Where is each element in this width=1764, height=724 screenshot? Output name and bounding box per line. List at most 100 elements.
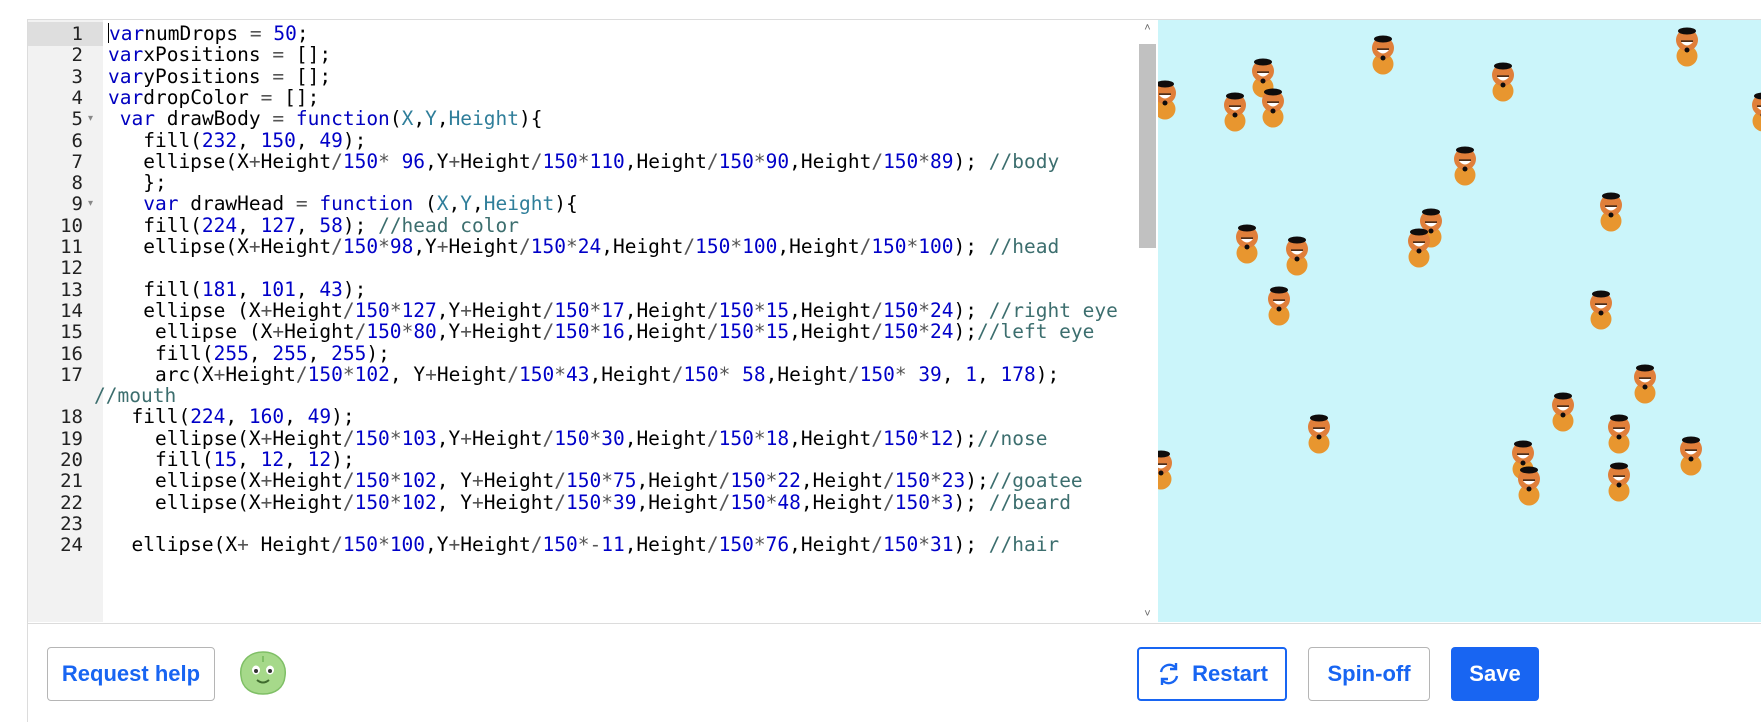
- code-token: +: [460, 320, 473, 344]
- code-token: 150: [554, 298, 590, 322]
- output-canvas[interactable]: [1158, 20, 1761, 622]
- code-line[interactable]: ellipse(X+Height/150*102, Y+Height/150*3…: [108, 491, 1071, 515]
- code-token: /: [342, 490, 355, 514]
- drop-figure: [1158, 450, 1172, 490]
- drop-figure: [1408, 228, 1430, 268]
- code-token: 15: [765, 298, 790, 322]
- code-token: );: [342, 213, 379, 237]
- code-token: 150: [718, 533, 754, 557]
- code-token: ,: [225, 405, 249, 429]
- code-token: ,Height: [624, 533, 707, 557]
- code-token: 75: [612, 469, 637, 493]
- code-token: 150: [565, 490, 602, 514]
- code-token: ,: [237, 213, 261, 237]
- code-token: +: [260, 298, 273, 322]
- code-token: X: [401, 107, 414, 131]
- fold-toggle-icon[interactable]: ▾: [88, 107, 93, 131]
- code-editor[interactable]: 1 2 3 4 5 ▾ 6 7 8 9 ▾ 10 11 12 13 14 15 16 17 18 19 20 21 22 23 2…: [28, 20, 1158, 622]
- code-token: , Y: [389, 362, 426, 386]
- code-token: 39: [612, 490, 637, 514]
- code-token: function: [284, 107, 390, 131]
- line-number: 24: [60, 534, 83, 557]
- code-token: numDrops: [144, 22, 250, 45]
- code-token: );: [953, 235, 989, 258]
- code-token: /: [507, 362, 520, 386]
- code-token: 39: [906, 362, 942, 386]
- code-token: 150: [342, 533, 379, 557]
- code-token: X: [436, 192, 449, 216]
- code-token: *: [389, 469, 402, 493]
- code-token: ,Height: [765, 362, 848, 386]
- scroll-up-arrow-icon[interactable]: ˄: [1137, 22, 1158, 34]
- scroll-down-arrow-icon[interactable]: ˅: [1137, 608, 1158, 620]
- code-token: +: [460, 426, 473, 450]
- code-token: 31: [930, 533, 954, 557]
- code-token: 150: [718, 298, 754, 322]
- code-token: //body: [988, 149, 1060, 173]
- code-line[interactable]: arc(X+Height/150*102, Y+Height/150*43,He…: [108, 363, 1059, 387]
- editor-scrollbar[interactable]: ˄ ˅: [1137, 20, 1158, 622]
- code-token: *: [589, 320, 602, 344]
- code-token: /: [706, 426, 719, 450]
- code-token: );: [953, 426, 977, 450]
- code-token: 49: [319, 128, 343, 152]
- code-token: 150: [342, 149, 379, 173]
- code-token: 110: [589, 149, 625, 173]
- code-token: 150: [695, 235, 731, 258]
- code-token: ,Height: [624, 426, 707, 450]
- drop-figure: [1752, 92, 1761, 132]
- fold-toggle-icon[interactable]: ▾: [88, 192, 93, 216]
- code-token: drawHead: [178, 192, 296, 216]
- code-token: =: [272, 64, 285, 88]
- save-button[interactable]: Save: [1451, 647, 1539, 701]
- code-token: =: [272, 107, 285, 131]
- code-token: +: [448, 149, 461, 173]
- code-token: /: [342, 298, 355, 322]
- code-line[interactable]: ellipse(X+Height/150*98,Y+Height/150*24,…: [108, 235, 1059, 259]
- code-token: ellipse(X: [108, 149, 249, 173]
- scrollbar-thumb[interactable]: [1139, 44, 1156, 248]
- code-token: *: [577, 149, 590, 173]
- code-token: 150: [260, 128, 296, 152]
- code-token: 3: [941, 490, 954, 514]
- code-token: ;: [296, 22, 309, 45]
- code-token: //head: [988, 235, 1060, 258]
- code-token: ,Height: [800, 490, 884, 514]
- request-help-button[interactable]: Request help: [47, 647, 215, 701]
- code-line[interactable]: ellipse(X+Height/150* 96,Y+Height/150*11…: [108, 150, 1059, 174]
- code-token: dropColor: [143, 85, 261, 109]
- restart-button[interactable]: Restart: [1137, 647, 1287, 701]
- code-token: ,: [307, 341, 332, 365]
- green-blob-avatar-icon: [237, 648, 289, 696]
- code-token: 232: [201, 128, 238, 152]
- code-line[interactable]: ellipse(X+ Height/150*100,Y+Height/150*-…: [108, 533, 1059, 557]
- code-token: /: [354, 320, 367, 344]
- code-token: ,: [448, 192, 461, 216]
- code-token: );: [953, 298, 989, 322]
- code-token: };: [108, 171, 167, 195]
- code-token: Height: [460, 533, 531, 557]
- code-token: );: [331, 448, 355, 471]
- code-token: 150: [730, 490, 766, 514]
- code-token: Height: [460, 149, 531, 173]
- code-token: 18: [765, 426, 790, 450]
- drop-figure: [1308, 414, 1330, 454]
- code-token: );: [953, 490, 989, 514]
- code-token: 22: [777, 469, 801, 493]
- code-token: *: [389, 298, 402, 322]
- code-token: /: [530, 533, 543, 557]
- code-token: arc(X: [108, 362, 214, 386]
- code-token: ,Height: [789, 320, 872, 344]
- code-token: /: [883, 469, 895, 493]
- code-token: +: [472, 490, 484, 514]
- code-token: Height: [472, 320, 543, 344]
- code-token: ,Height: [624, 320, 707, 344]
- code-token: 102: [354, 362, 390, 386]
- code-token: 150: [683, 362, 719, 386]
- code-token: 127: [401, 298, 437, 322]
- code-token: var: [108, 43, 144, 67]
- code-token: *: [554, 362, 567, 386]
- spin-off-button[interactable]: Spin-off: [1308, 647, 1430, 701]
- code-token: 150: [859, 362, 895, 386]
